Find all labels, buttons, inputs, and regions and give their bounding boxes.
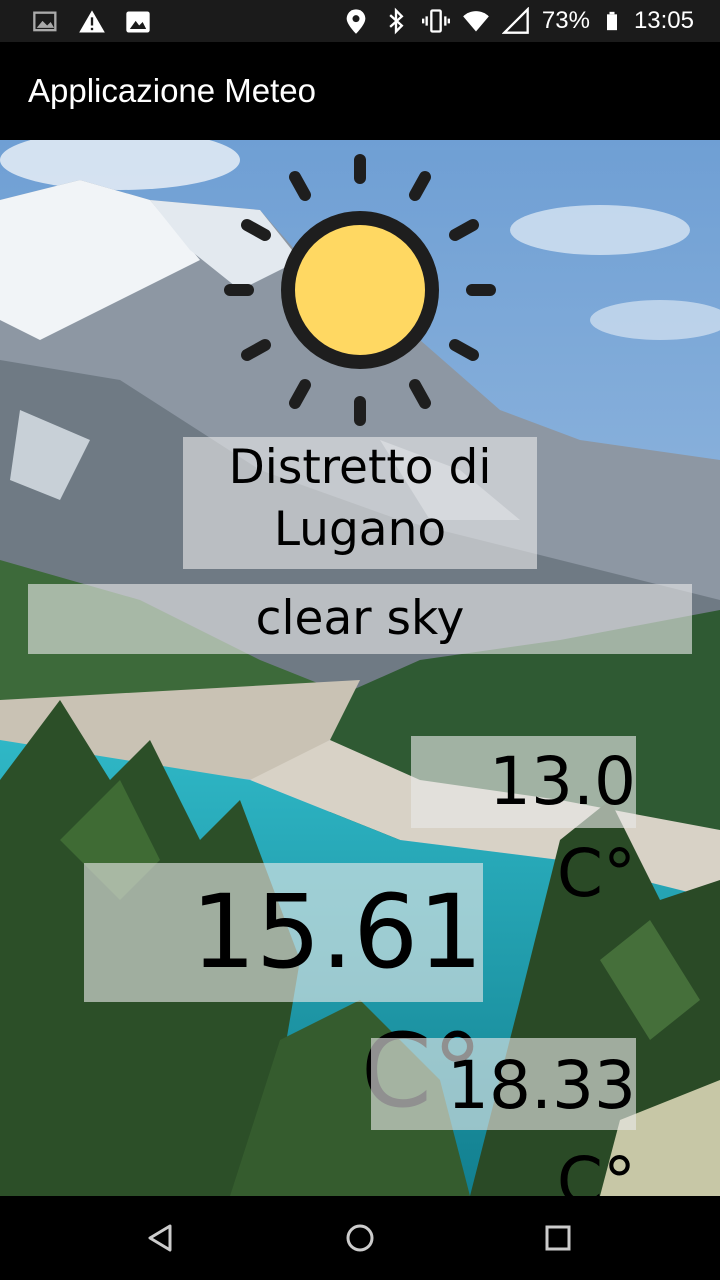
city-name: Distretto di Lugano — [183, 437, 537, 569]
weather-description: clear sky — [28, 584, 692, 654]
warning-icon — [79, 10, 105, 33]
status-bar: 73% 13:05 — [0, 0, 720, 42]
temperature-max: 18.33 C° — [371, 1038, 636, 1196]
image-icon — [33, 11, 57, 32]
temperature-min: 13.0 C° — [411, 736, 636, 912]
location-icon — [346, 9, 366, 34]
sun-icon — [224, 154, 496, 426]
signal-icon — [501, 7, 529, 34]
app-bar: Applicazione Meteo — [0, 42, 720, 140]
navigation-bar — [0, 1196, 720, 1280]
temperature-current: 15.61 C° — [84, 863, 483, 1131]
wifi-icon — [463, 11, 489, 32]
weather-screen: Distretto di Lugano clear sky 13.0 C° 15… — [0, 140, 720, 1196]
back-icon[interactable] — [142, 1220, 178, 1256]
app-title: Applicazione Meteo — [28, 72, 317, 109]
vibrate-icon — [421, 9, 450, 33]
home-icon[interactable] — [342, 1220, 378, 1256]
recents-icon[interactable] — [540, 1220, 576, 1256]
gallery-icon — [126, 11, 150, 33]
battery-percent: 73% — [541, 7, 590, 34]
bluetooth-icon — [389, 7, 404, 35]
battery-icon — [606, 11, 617, 31]
clock: 13:05 — [633, 7, 694, 34]
